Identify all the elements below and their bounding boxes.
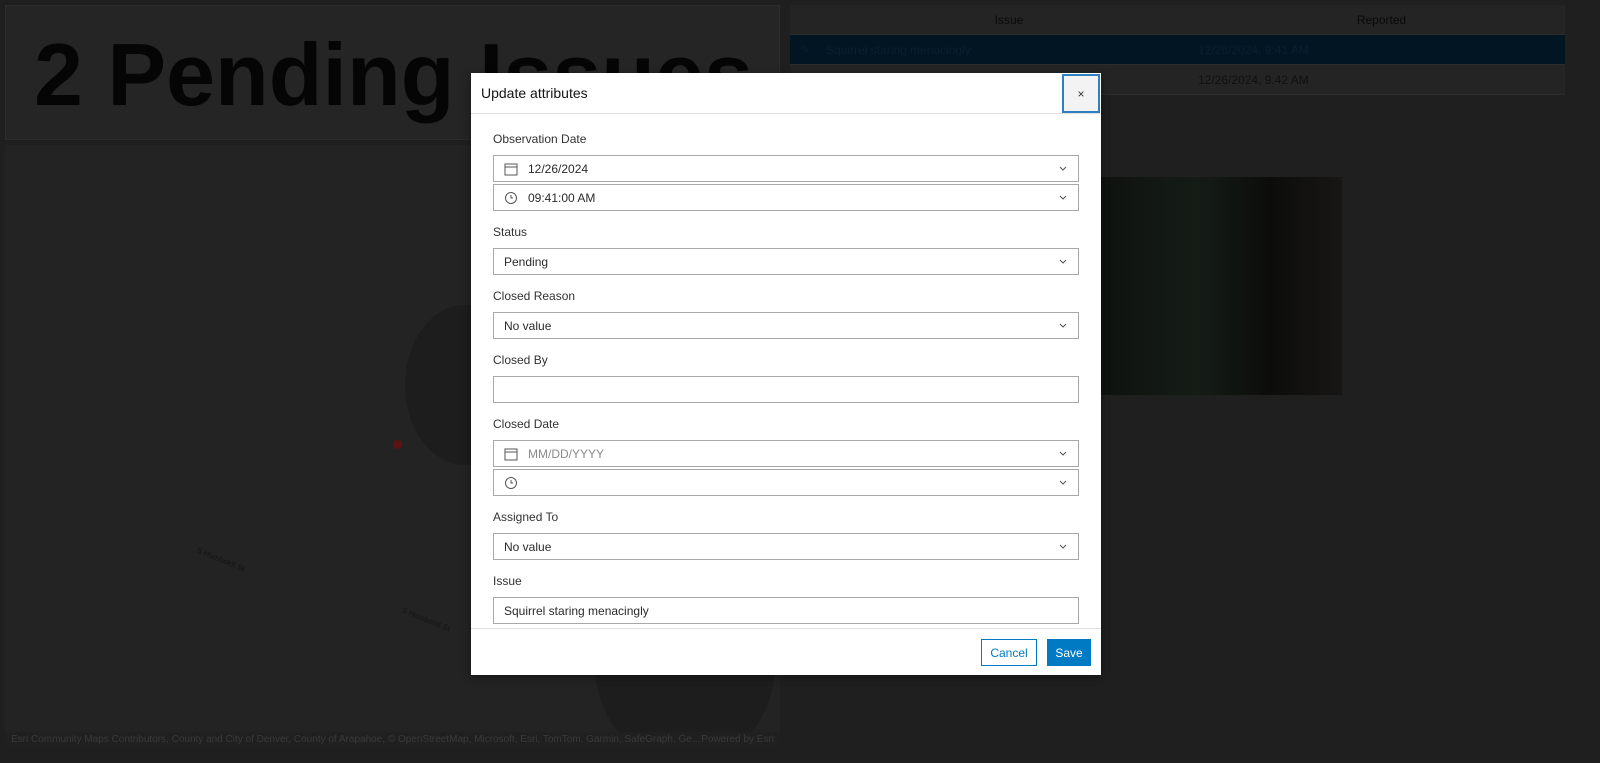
street-label: S Humboldt St <box>400 605 452 634</box>
calendar-icon <box>504 448 518 460</box>
dialog-footer: Cancel Save <box>471 628 1101 675</box>
status-label: Status <box>493 225 528 239</box>
closed-reason-select[interactable]: No value <box>493 312 1079 339</box>
date-value: 12/26/2024 <box>528 161 589 176</box>
dialog-title: Update attributes <box>481 85 588 101</box>
status-select[interactable]: Pending <box>493 248 1079 275</box>
closed-date-input[interactable]: MM/DD/YYYY <box>493 440 1079 467</box>
closed-by-input[interactable] <box>493 376 1079 403</box>
table-row[interactable]: ✎ Squirrel staring menacingly 12/26/2024… <box>790 35 1565 65</box>
observation-time-input[interactable]: 09:41:00 AM <box>493 184 1079 211</box>
close-button[interactable]: × <box>1062 74 1100 113</box>
column-header-issue[interactable]: Issue <box>820 13 1192 27</box>
issue-value: Squirrel staring menacingly <box>504 603 649 618</box>
save-button[interactable]: Save <box>1047 639 1091 666</box>
update-attributes-dialog: Update attributes × Observation Date 12/… <box>471 73 1101 675</box>
closed-by-label: Closed By <box>493 353 548 367</box>
reported-cell: 12/26/2024, 9:42 AM <box>1198 72 1309 87</box>
chevron-down-icon <box>1059 451 1067 456</box>
chevron-down-icon <box>1059 195 1067 200</box>
time-value: 09:41:00 AM <box>528 190 596 205</box>
issue-label: Issue <box>493 574 522 588</box>
map-marker[interactable] <box>393 440 402 449</box>
date-placeholder: MM/DD/YYYY <box>528 446 605 461</box>
closed-reason-value: No value <box>504 318 552 333</box>
squirrel-photo <box>1100 177 1342 395</box>
clock-icon <box>505 191 517 204</box>
issue-cell: Squirrel staring menacingly <box>826 42 971 57</box>
closed-reason-label: Closed Reason <box>493 289 576 303</box>
attribution-text: Esri Community Maps Contributors, County… <box>11 734 701 745</box>
status-value: Pending <box>504 254 549 269</box>
assigned-to-label: Assigned To <box>493 510 559 524</box>
assigned-to-select[interactable]: No value <box>493 533 1079 560</box>
street-label: S Humboldt St <box>195 545 247 574</box>
chevron-down-icon <box>1059 259 1067 264</box>
column-header-reported[interactable]: Reported <box>1192 13 1565 27</box>
chevron-down-icon <box>1059 323 1067 328</box>
table-header: Issue Reported <box>790 5 1565 35</box>
assigned-to-value: No value <box>504 539 552 554</box>
map-attribution: Esri Community Maps Contributors, County… <box>5 732 780 748</box>
pencil-icon[interactable]: ✎ <box>790 43 820 57</box>
closed-date-label: Closed Date <box>493 417 560 431</box>
calendar-icon <box>504 163 518 175</box>
powered-by-link[interactable]: Powered by Esri <box>701 734 774 746</box>
reported-cell: 12/26/2024, 9:41 AM <box>1198 42 1309 57</box>
closed-time-input[interactable] <box>493 469 1079 496</box>
clock-icon <box>505 476 517 489</box>
observation-date-input[interactable]: 12/26/2024 <box>493 155 1079 182</box>
chevron-down-icon <box>1059 480 1067 485</box>
chevron-down-icon <box>1059 544 1067 549</box>
cancel-button[interactable]: Cancel <box>981 639 1037 666</box>
observation-date-label: Observation Date <box>493 132 587 146</box>
issue-input[interactable]: Squirrel staring menacingly <box>493 597 1079 624</box>
chevron-down-icon <box>1059 166 1067 171</box>
